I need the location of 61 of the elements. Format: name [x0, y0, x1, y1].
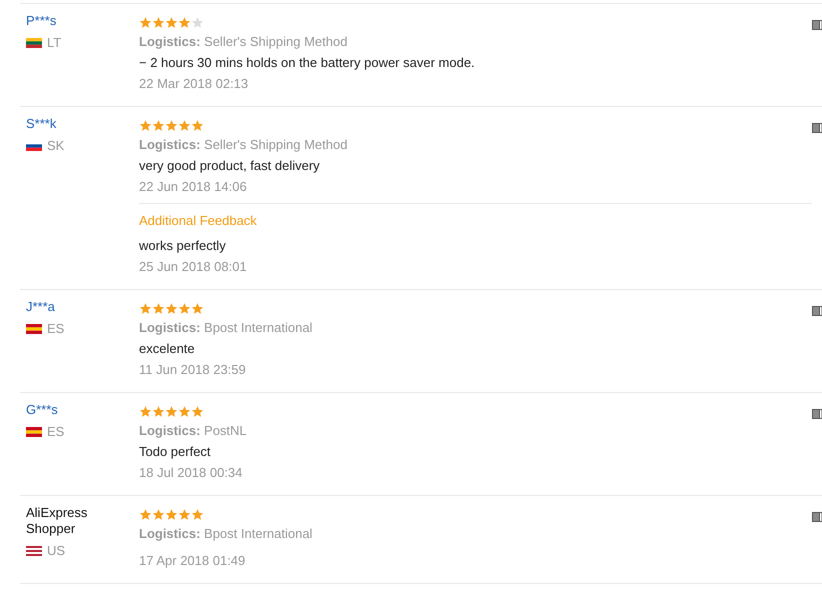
review-text: Todo perfect — [139, 443, 212, 461]
star-icon — [178, 16, 191, 28]
star-icon — [152, 302, 165, 314]
thumbs-up-icon[interactable] — [812, 121, 822, 133]
star-icon — [139, 16, 152, 28]
reviewer-name[interactable]: AliExpress Shopper — [26, 505, 121, 537]
star-icon — [178, 404, 191, 418]
reviewer-name[interactable]: J***a — [26, 299, 121, 315]
reviewer-name[interactable]: P***s — [26, 13, 121, 29]
star-icon — [139, 404, 152, 418]
logistics-info: Logistics: Bpost International — [139, 319, 314, 337]
star-icon — [178, 302, 191, 314]
star-icon — [191, 118, 204, 132]
star-icon — [165, 16, 178, 28]
star-icon — [165, 302, 178, 314]
review-text: very good product, fast delivery — [139, 157, 321, 175]
country-code: US — [47, 543, 66, 559]
country-code: ES — [47, 424, 64, 440]
logistics-info: Logistics: PostNL — [139, 422, 248, 440]
star-icon — [191, 302, 204, 314]
review-date: 22 Mar 2018 02:13 — [139, 75, 250, 93]
review-text: works perfectly — [139, 237, 227, 255]
review-date: 11 Jun 2018 23:59 — [139, 361, 247, 379]
additional-feedback-heading: Additional Feedback — [139, 212, 258, 230]
star-icon — [165, 508, 178, 520]
review-date: 17 Apr 2018 01:49 — [139, 552, 246, 570]
flag-icon — [26, 38, 42, 48]
star-icon — [152, 508, 165, 520]
thumbs-up-icon[interactable] — [812, 407, 822, 419]
logistics-info: Logistics: Seller's Shipping Method — [139, 136, 348, 154]
country-code: ES — [47, 321, 64, 337]
flag-icon — [26, 427, 42, 437]
country-code: SK — [47, 138, 64, 154]
star-icon — [165, 118, 178, 132]
star-icon — [191, 404, 204, 418]
star-icon — [152, 404, 165, 418]
flag-icon — [26, 324, 42, 334]
logistics-info: Logistics: Seller's Shipping Method — [139, 33, 348, 51]
logistics-info: Logistics: Bpost International — [139, 525, 314, 543]
star-icon — [191, 508, 204, 520]
thumbs-up-icon[interactable] — [812, 18, 822, 30]
star-icon — [152, 16, 165, 28]
flag-icon — [26, 546, 42, 556]
review-text: excelente — [139, 340, 196, 358]
thumbs-up-icon[interactable] — [812, 304, 822, 316]
star-icon — [191, 16, 204, 28]
review-date: 25 Jun 2018 08:01 — [139, 258, 248, 276]
star-icon — [165, 404, 178, 418]
review-text: − 2 hours 30 mins holds on the battery power saver mode. — [139, 54, 476, 72]
star-icon — [152, 118, 165, 132]
country-code: LT — [47, 35, 62, 51]
reviewer-name[interactable]: G***s — [26, 402, 121, 418]
reviewer-name[interactable]: S***k — [26, 116, 121, 132]
thumbs-up-icon[interactable] — [812, 510, 822, 522]
star-icon — [139, 508, 152, 520]
review-date: 22 Jun 2018 14:06 — [139, 178, 248, 196]
star-icon — [139, 302, 152, 314]
star-icon — [139, 118, 152, 132]
star-icon — [178, 118, 191, 132]
star-icon — [178, 508, 191, 520]
review-date: 18 Jul 2018 00:34 — [139, 464, 244, 482]
